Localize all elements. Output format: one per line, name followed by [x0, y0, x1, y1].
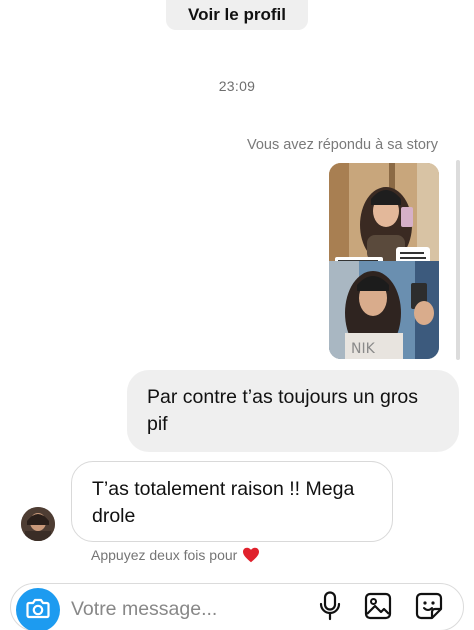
camera-button[interactable]	[16, 588, 60, 630]
view-profile-button[interactable]: Voir le profil	[166, 0, 308, 30]
double-tap-hint-text: Appuyez deux fois pour	[91, 547, 238, 563]
received-message-bubble[interactable]: T’as totalement raison !! Mega drole	[71, 461, 393, 542]
heart-icon	[242, 547, 260, 563]
story-photo: NIK	[329, 163, 439, 359]
story-reply-bar	[456, 160, 460, 360]
sent-message-bubble[interactable]: Par contre t’as toujours un gros pif	[127, 370, 459, 452]
sticker-button[interactable]	[414, 592, 444, 624]
double-tap-hint: Appuyez deux fois pour	[91, 547, 260, 563]
microphone-icon	[319, 590, 341, 626]
microphone-button[interactable]	[316, 590, 344, 626]
gallery-icon	[364, 592, 392, 625]
story-thumbnail[interactable]: NIK	[329, 163, 439, 359]
story-reply-note: Vous avez répondu à sa story	[246, 137, 438, 153]
gallery-button[interactable]	[363, 592, 393, 624]
contact-avatar[interactable]	[21, 507, 55, 541]
message-timestamp: 23:09	[218, 78, 256, 94]
camera-icon	[26, 597, 50, 624]
message-input[interactable]	[71, 594, 301, 624]
avatar-photo	[21, 507, 55, 541]
sticker-icon	[415, 592, 443, 625]
svg-text:NIK: NIK	[351, 341, 376, 357]
